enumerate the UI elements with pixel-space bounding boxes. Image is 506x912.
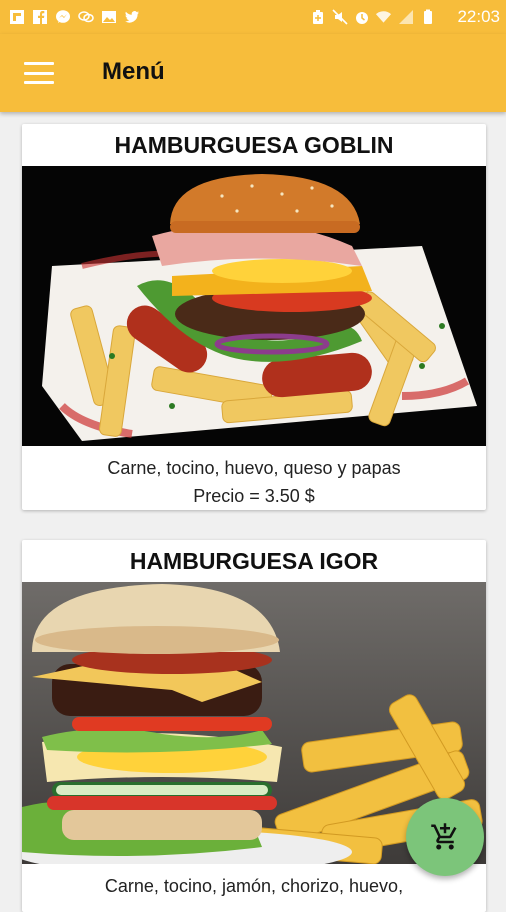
app-bar: Menú (0, 34, 506, 112)
burger-goblin-image (22, 166, 486, 446)
gallery-icon (100, 8, 117, 25)
menu-item-description: Carne, tocino, jamón, chorizo, huevo, (22, 864, 486, 900)
mute-icon (331, 8, 348, 25)
status-bar: 22:03 (0, 0, 506, 34)
add-to-cart-button[interactable] (406, 798, 484, 876)
battery-saver-icon (309, 8, 326, 25)
alarm-icon (353, 8, 370, 25)
menu-item-price: Precio = 3.50 $ (193, 486, 315, 506)
wifi-icon (375, 8, 392, 25)
hamburger-menu-icon[interactable] (24, 58, 54, 88)
battery-icon (419, 8, 436, 25)
status-clock: 22:03 (457, 7, 500, 26)
add-shopping-cart-icon (431, 823, 457, 850)
page-title: Menú (102, 58, 165, 85)
chat-icon (77, 8, 94, 25)
menu-card[interactable]: HAMBURGUESA GOBLIN Carne, tocino, huevo,… (22, 124, 486, 510)
system-icons (309, 8, 436, 25)
menu-item-ingredients: Carne, tocino, huevo, queso y papas (107, 458, 401, 478)
twitter-icon (123, 8, 140, 25)
menu-item-name: HAMBURGUESA IGOR (129, 548, 379, 574)
facebook-icon (31, 8, 48, 25)
menu-item-ingredients: Carne, tocino, jamón, chorizo, huevo, (104, 876, 404, 896)
signal-icon (397, 8, 414, 25)
messenger-icon (54, 8, 71, 25)
flipboard-icon (8, 8, 25, 25)
menu-item-description: Carne, tocino, huevo, queso y papas Prec… (22, 446, 486, 510)
notification-icons (8, 8, 140, 25)
menu-item-name: HAMBURGUESA GOBLIN (114, 132, 394, 158)
